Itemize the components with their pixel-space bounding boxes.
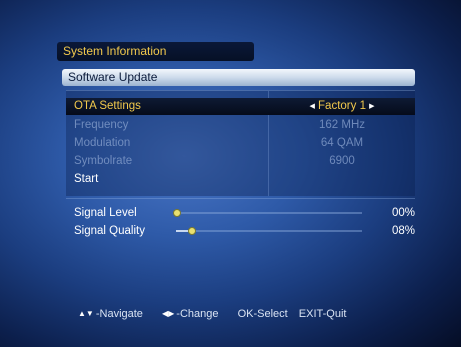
menu-row-value: 162 MHz xyxy=(318,119,366,131)
menu-row-ota-settings[interactable]: OTA Settings ◀ Factory 1 ▶ xyxy=(66,98,415,115)
menu-row-label: Start xyxy=(74,173,99,185)
menu-row-label: OTA Settings xyxy=(74,100,141,112)
signal-level-bar xyxy=(173,209,362,217)
menu-row-modulation: Modulation 64 QAM xyxy=(66,135,415,152)
signal-level-label: Signal Level xyxy=(74,207,137,219)
help-change: ◀▶ -Change xyxy=(162,308,227,320)
left-right-arrows-icon: ◀▶ xyxy=(161,309,175,318)
screen: System Information Software Update OTA S… xyxy=(0,0,461,347)
help-navigate-text: -Navigate xyxy=(95,308,143,320)
breadcrumb: System Information xyxy=(57,42,254,61)
menu-row-value[interactable]: ◀ Factory 1 ▶ xyxy=(269,98,415,115)
menu-row-label: Frequency xyxy=(74,119,129,131)
signal-quality-bar xyxy=(176,227,362,235)
right-triangle-icon[interactable]: ▶ xyxy=(369,103,374,110)
signal-quality-label: Signal Quality xyxy=(74,225,145,237)
help-change-text: -Change xyxy=(176,308,219,320)
signal-level-percent: 00% xyxy=(391,207,415,219)
menu-row-label: Modulation xyxy=(74,137,131,149)
left-triangle-icon[interactable]: ◀ xyxy=(309,103,314,110)
signal-level-row: Signal Level 00% xyxy=(66,205,415,221)
help-exit: EXIT-Quit xyxy=(298,308,347,320)
menu-row-value: 64 QAM xyxy=(320,137,364,149)
signal-quality-knob xyxy=(188,227,196,235)
help-bar: ▲▼ -Navigate ◀▶ -Change OK-Select EXIT-Qui… xyxy=(78,308,354,320)
signal-quality-percent: 08% xyxy=(391,225,415,237)
settings-panel: OTA Settings ◀ Factory 1 ▶ Frequency 162… xyxy=(66,90,415,196)
ota-value-text: Factory 1 xyxy=(318,100,366,112)
menu-row-symbolrate: Symbolrate 6900 xyxy=(66,153,415,170)
signal-quality-row: Signal Quality 08% xyxy=(66,223,415,239)
menu-row-start[interactable]: Start xyxy=(66,171,415,188)
signal-panel: Signal Level 00% Signal Quality 08% xyxy=(66,198,415,241)
menu-row-label: Symbolrate xyxy=(74,155,133,167)
help-ok: OK-Select xyxy=(237,308,288,320)
menu-row-frequency: Frequency 162 MHz xyxy=(66,117,415,134)
menu-row-value: 6900 xyxy=(329,155,355,167)
signal-level-knob xyxy=(173,209,181,217)
page-title: Software Update xyxy=(62,69,415,86)
up-down-arrows-icon: ▲▼ xyxy=(78,309,94,318)
help-navigate: ▲▼ -Navigate xyxy=(78,308,151,320)
